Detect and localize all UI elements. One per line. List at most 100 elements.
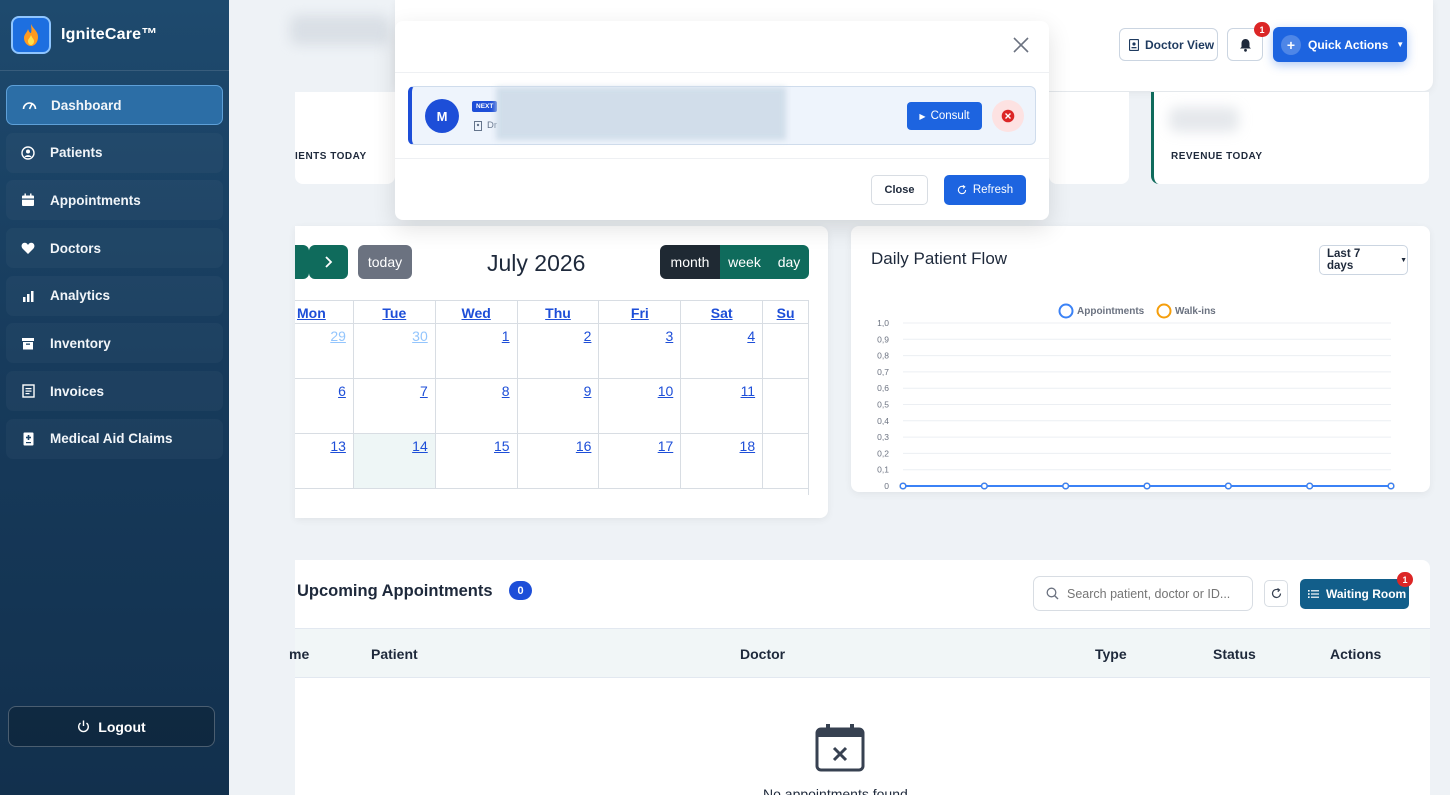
calendar-next-button[interactable] (309, 245, 348, 279)
plus-icon: + (1281, 34, 1301, 55)
caret-down-icon: ▼ (1396, 40, 1405, 49)
column-header-patient: Patient (371, 646, 418, 662)
stat-card-blank (1049, 92, 1129, 184)
calendar-week-row: 6 7 8 9 10 11 (295, 379, 808, 434)
day-header[interactable]: Thu (516, 301, 599, 323)
calendar-view-day[interactable]: day (769, 245, 809, 279)
sidebar-item-label: Doctors (50, 240, 102, 256)
sidebar-item-inventory[interactable]: Inventory (6, 323, 223, 363)
id-badge-icon (474, 120, 482, 131)
play-icon: ▶ (919, 111, 926, 121)
calendar-day-cell[interactable]: 30 (352, 324, 435, 378)
day-header[interactable]: Tue (352, 301, 435, 323)
calendar-header-row: Mon Tue Wed Thu Fri Sat Su (295, 300, 808, 324)
stat-card-patients: IENTS TODAY (295, 92, 395, 184)
sidebar-nav: Dashboard Patients Appointments Doctors … (0, 71, 229, 459)
quick-actions-label: Quick Actions (1308, 37, 1389, 52)
patient-flow-chart: Appointments Walk-ins 1,0 0,9 0,8 0,7 0,6 0,5 0,… (877, 303, 1395, 491)
calendar-day-cell[interactable]: 9 (516, 379, 599, 433)
sidebar-item-patients[interactable]: Patients (6, 133, 223, 173)
close-button[interactable]: Close (871, 175, 928, 205)
calendar-day-cell[interactable]: 15 (434, 434, 517, 488)
search-box (1033, 576, 1253, 611)
logout-button[interactable]: Logout (8, 706, 215, 747)
day-header[interactable]: Wed (434, 301, 517, 323)
calendar-x-icon (815, 722, 865, 777)
calendar-day-cell[interactable]: 6 (295, 379, 353, 433)
calendar-today-button[interactable]: today (358, 245, 412, 279)
calendar-day-cell[interactable] (762, 434, 808, 488)
quick-actions-button[interactable]: + Quick Actions ▼ (1273, 27, 1407, 62)
bell-icon (1239, 38, 1251, 52)
data-point (980, 482, 988, 490)
waiting-room-label: Waiting Room (1326, 587, 1407, 601)
day-header[interactable]: Su (762, 301, 808, 323)
refresh-button[interactable]: Refresh (944, 175, 1026, 205)
doctor-view-button[interactable]: Doctor View (1119, 28, 1218, 61)
reload-button[interactable] (1264, 580, 1288, 607)
calendar-day-cell[interactable]: 4 (680, 324, 762, 378)
data-point (899, 482, 907, 490)
calendar-icon (20, 192, 36, 208)
appointments-count-badge: 0 (509, 581, 532, 600)
calendar-day-cell[interactable]: 8 (434, 379, 517, 433)
range-select[interactable]: Last 7 days ▼ (1319, 245, 1408, 275)
consult-label: Consult (930, 110, 970, 122)
calendar-day-cell[interactable]: 10 (598, 379, 680, 433)
y-tick-label: 1,0 (877, 318, 889, 328)
calendar-partial-row (295, 489, 808, 495)
calendar-day-cell[interactable]: 2 (516, 324, 599, 378)
calendar-day-cell[interactable]: 11 (680, 379, 762, 433)
avatar: M (425, 99, 459, 133)
search-input[interactable] (1067, 586, 1237, 601)
calendar-day-cell[interactable] (762, 324, 808, 378)
sidebar-item-doctors[interactable]: Doctors (6, 228, 223, 268)
calendar-day-cell[interactable]: 17 (598, 434, 680, 488)
consult-button[interactable]: ▶ Consult (907, 102, 982, 130)
day-header[interactable]: Mon (295, 301, 353, 323)
modal-footer-divider (395, 158, 1049, 159)
calendar-day-cell[interactable]: 16 (516, 434, 599, 488)
data-point (1306, 482, 1314, 490)
sidebar-item-label: Patients (50, 145, 103, 161)
data-point (1224, 482, 1232, 490)
modal-close-icon[interactable] (1013, 37, 1031, 55)
heart-icon (20, 240, 36, 256)
calendar-day-cell[interactable]: 13 (295, 434, 353, 488)
appointments-card: Upcoming Appointments 0 Waiting Room 1 m… (289, 560, 1430, 795)
refresh-icon (957, 185, 967, 195)
day-header[interactable]: Fri (598, 301, 680, 323)
calendar-day-cell[interactable]: 29 (295, 324, 353, 378)
waiting-room-button[interactable]: Waiting Room (1300, 579, 1409, 609)
notification-count-badge: 1 (1254, 22, 1270, 37)
y-tick-label: 0,5 (877, 400, 889, 410)
sidebar-item-invoices[interactable]: Invoices (6, 371, 223, 411)
flame-logo-icon (11, 16, 51, 54)
day-header[interactable]: Sat (680, 301, 762, 323)
box-icon (20, 335, 36, 351)
remove-button[interactable] (992, 100, 1024, 132)
calendar-day-cell[interactable]: 18 (680, 434, 762, 488)
column-header-doctor: Doctor (740, 646, 786, 662)
calendar-view-week[interactable]: week (720, 245, 769, 279)
chart-title: Daily Patient Flow (871, 249, 1008, 268)
column-header-status: Status (1213, 646, 1256, 662)
calendar-day-cell[interactable]: 7 (352, 379, 435, 433)
calendar-view-month[interactable]: month (660, 245, 720, 279)
sidebar-item-analytics[interactable]: Analytics (6, 276, 223, 316)
calendar-day-cell-today[interactable]: 14 (352, 434, 435, 488)
y-tick-label: 0,7 (877, 367, 889, 377)
calendar-prev-button[interactable] (295, 245, 309, 279)
sidebar-item-appointments[interactable]: Appointments (6, 180, 223, 220)
refresh-label: Refresh (972, 184, 1014, 196)
column-header-time: me (289, 646, 310, 662)
calendar-day-cell[interactable] (762, 379, 808, 433)
calendar-title: July 2026 (487, 250, 586, 276)
blurred-patient-info (496, 87, 786, 140)
calendar-day-cell[interactable]: 1 (434, 324, 517, 378)
sidebar-item-dashboard[interactable]: Dashboard (6, 85, 223, 125)
sidebar-item-medical-aid-claims[interactable]: Medical Aid Claims (6, 419, 223, 459)
calendar-day-cell[interactable]: 3 (598, 324, 680, 378)
sidebar: IgniteCare™ Dashboard Patients Appointme… (0, 0, 229, 795)
data-point (1143, 482, 1151, 490)
